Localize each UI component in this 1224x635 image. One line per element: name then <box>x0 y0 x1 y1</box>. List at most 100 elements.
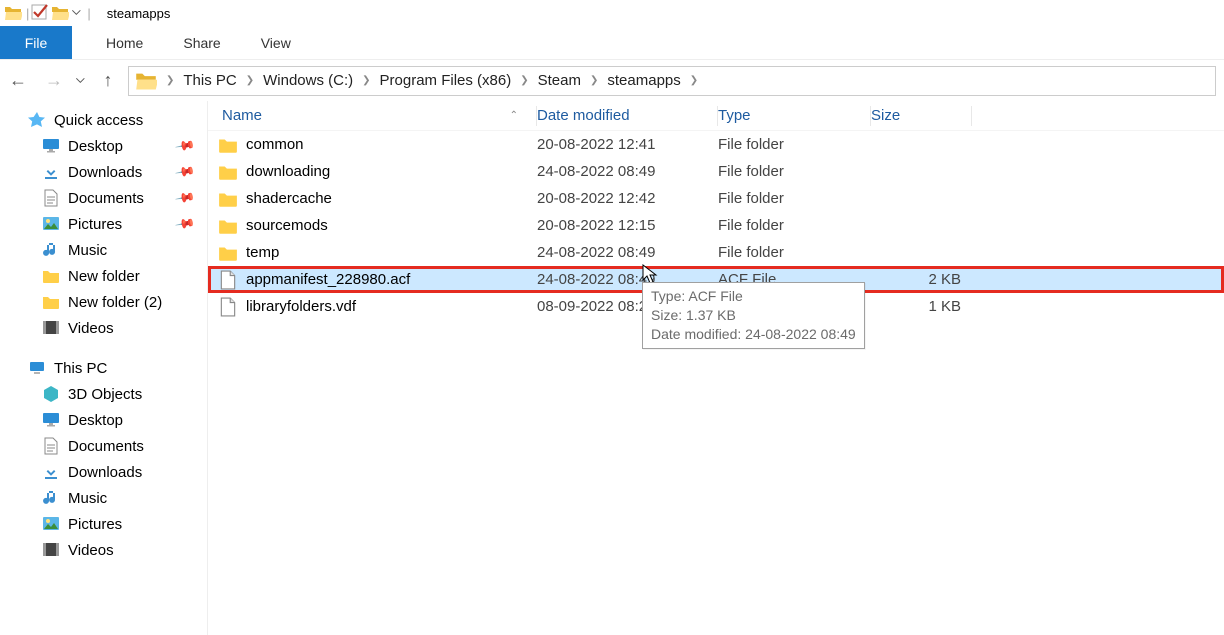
folder-icon <box>135 70 157 92</box>
sidebar-item[interactable]: Videos <box>0 537 207 563</box>
file-size: 1 KB <box>871 298 971 315</box>
folder-icon <box>218 162 238 182</box>
file-name: sourcemods <box>246 217 328 234</box>
sort-indicator-icon: ⌃ <box>510 110 518 121</box>
column-headers: Name ⌃ Date modified Type Size <box>208 101 1224 131</box>
file-row[interactable]: shadercache 20-08-2022 12:42 File folder <box>208 185 1224 212</box>
tab-view[interactable]: View <box>241 26 311 59</box>
pin-icon: 📌 <box>174 135 196 157</box>
file-row[interactable]: sourcemods 20-08-2022 12:15 File folder <box>208 212 1224 239</box>
file-date: 24-08-2022 08:49 <box>537 163 717 180</box>
file-name: common <box>246 136 304 153</box>
file-date: 20-08-2022 12:41 <box>537 136 717 153</box>
star-icon <box>28 111 46 129</box>
file-name: libraryfolders.vdf <box>246 298 356 315</box>
sidebar-this-pc[interactable]: This PC <box>0 355 207 381</box>
folder-icon <box>218 135 238 155</box>
sidebar-item-label: Videos <box>68 542 114 559</box>
file-date: 20-08-2022 12:15 <box>537 217 717 234</box>
sidebar-item-label: Desktop <box>68 412 123 429</box>
file-type: File folder <box>718 244 870 261</box>
column-header-type[interactable]: Type <box>718 107 870 124</box>
back-button[interactable]: ← <box>0 70 36 91</box>
tab-file[interactable]: File <box>0 26 72 59</box>
up-button[interactable]: ↑ <box>90 70 126 91</box>
breadcrumb-item[interactable]: Program Files (x86) <box>374 67 518 95</box>
sidebar-item-label: Desktop <box>68 138 123 155</box>
sidebar-item[interactable]: Pictures📌 <box>0 211 207 237</box>
file-row[interactable]: temp 24-08-2022 08:49 File folder <box>208 239 1224 266</box>
breadcrumb-item[interactable]: Steam <box>532 67 587 95</box>
video-icon <box>42 319 60 337</box>
file-tooltip: Type: ACF File Size: 1.37 KB Date modifi… <box>642 282 865 349</box>
column-header-name[interactable]: Name ⌃ <box>208 107 536 124</box>
file-name: appmanifest_228980.acf <box>246 271 410 288</box>
sidebar-item[interactable]: Music <box>0 237 207 263</box>
sidebar-item[interactable]: Music <box>0 485 207 511</box>
sidebar-item-label: Documents <box>68 190 144 207</box>
file-name: shadercache <box>246 190 332 207</box>
breadcrumb-separator[interactable]: ❯ <box>687 75 701 86</box>
file-name: temp <box>246 244 279 261</box>
column-header-size[interactable]: Size <box>871 107 971 124</box>
music-icon <box>42 489 60 507</box>
sidebar-item-label: Pictures <box>68 516 122 533</box>
breadcrumb-separator[interactable]: ❯ <box>163 75 177 86</box>
file-icon <box>218 297 238 317</box>
navigation-pane: Quick access Desktop📌 Downloads📌 Documen… <box>0 101 208 635</box>
breadcrumb-separator[interactable]: ❯ <box>359 75 373 86</box>
desktop-icon <box>42 137 60 155</box>
sidebar-quick-access[interactable]: Quick access <box>0 107 207 133</box>
breadcrumb-separator[interactable]: ❯ <box>243 75 257 86</box>
tab-share[interactable]: Share <box>163 26 240 59</box>
folder-icon <box>218 243 238 263</box>
file-row[interactable]: downloading 24-08-2022 08:49 File folder <box>208 158 1224 185</box>
file-row[interactable]: common 20-08-2022 12:41 File folder <box>208 131 1224 158</box>
sidebar-item[interactable]: Downloads <box>0 459 207 485</box>
sidebar-item[interactable]: New folder <box>0 263 207 289</box>
checkbox-icon[interactable] <box>31 4 49 22</box>
forward-button[interactable]: → <box>36 70 72 91</box>
picture-icon <box>42 215 60 233</box>
sidebar-heading-label: Quick access <box>54 112 143 129</box>
column-header-label: Name <box>222 107 262 124</box>
file-type: File folder <box>718 217 870 234</box>
file-date: 24-08-2022 08:49 <box>537 244 717 261</box>
sidebar-item[interactable]: Desktop <box>0 407 207 433</box>
chevron-down-icon[interactable] <box>75 75 87 87</box>
sidebar-item[interactable]: Desktop 📌 <box>0 133 207 159</box>
title-bar: | | steamapps <box>0 0 1224 26</box>
tooltip-type: Type: ACF File <box>651 287 856 306</box>
sidebar-item-label: Downloads <box>68 464 142 481</box>
tab-home[interactable]: Home <box>86 26 163 59</box>
breadcrumb-separator[interactable]: ❯ <box>587 75 601 86</box>
pin-icon: 📌 <box>174 161 196 183</box>
breadcrumb-separator[interactable]: ❯ <box>517 75 531 86</box>
sidebar-item[interactable]: Pictures <box>0 511 207 537</box>
title-separator: | <box>87 6 90 21</box>
folder-icon <box>218 189 238 209</box>
breadcrumb-item[interactable]: Windows (C:) <box>257 67 359 95</box>
picture-icon <box>42 515 60 533</box>
sidebar-item[interactable]: New folder (2) <box>0 289 207 315</box>
desktop-icon <box>42 411 60 429</box>
file-type: File folder <box>718 136 870 153</box>
tooltip-size: Size: 1.37 KB <box>651 306 856 325</box>
column-header-date[interactable]: Date modified <box>537 107 717 124</box>
file-size: 2 KB <box>871 271 971 288</box>
sidebar-item[interactable]: 3D Objects <box>0 381 207 407</box>
sidebar-item[interactable]: Downloads📌 <box>0 159 207 185</box>
chevron-down-icon[interactable] <box>71 4 83 22</box>
pin-icon: 📌 <box>174 213 196 235</box>
sidebar-item[interactable]: Documents <box>0 433 207 459</box>
breadcrumb-item[interactable]: steamapps <box>601 67 686 95</box>
navigation-bar: ← → ↑ ❯ This PC❯ Windows (C:)❯ Program F… <box>0 60 1224 101</box>
address-bar[interactable]: ❯ This PC❯ Windows (C:)❯ Program Files (… <box>128 66 1216 96</box>
sidebar-item[interactable]: Documents📌 <box>0 185 207 211</box>
title-separator: | <box>26 6 29 21</box>
sidebar-item[interactable]: Videos <box>0 315 207 341</box>
sidebar-item-label: New folder (2) <box>68 294 162 311</box>
folder-icon <box>218 216 238 236</box>
breadcrumb-item[interactable]: This PC <box>177 67 242 95</box>
file-date: 20-08-2022 12:42 <box>537 190 717 207</box>
